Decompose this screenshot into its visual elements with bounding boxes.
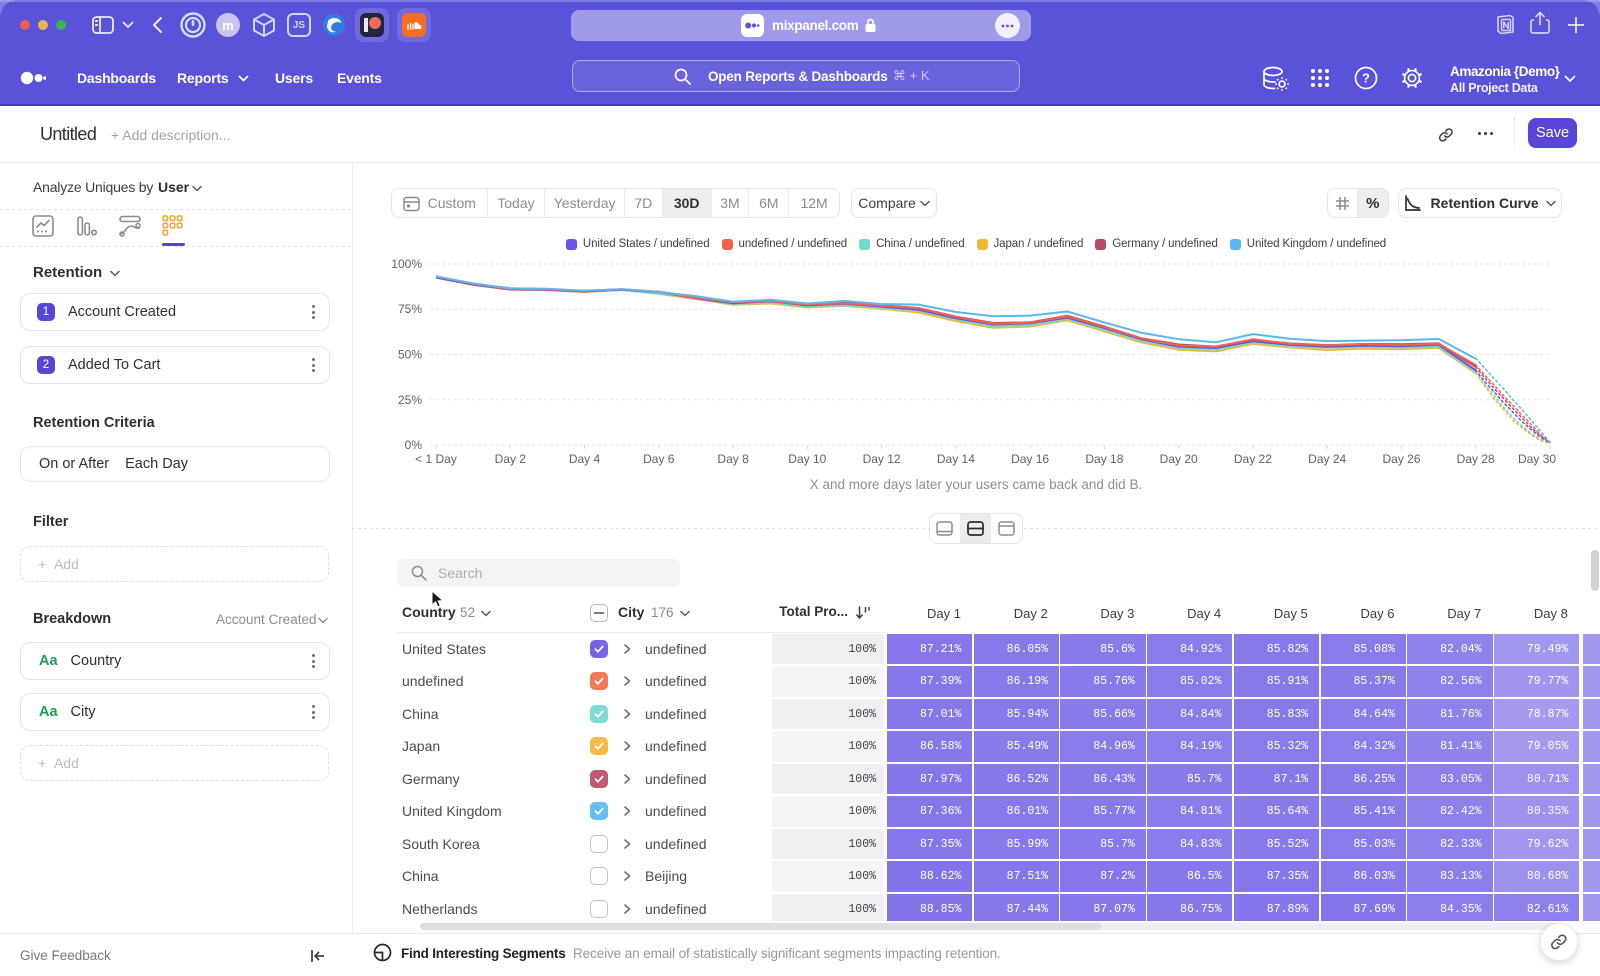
svg-text:25%: 25% [398, 393, 422, 407]
svg-text:Day 30: Day 30 [1518, 452, 1556, 466]
svg-text:Day 16: Day 16 [1011, 452, 1049, 466]
svg-text:Day 2: Day 2 [495, 452, 527, 466]
svg-text:Day 22: Day 22 [1234, 452, 1272, 466]
svg-text:Day 12: Day 12 [863, 452, 901, 466]
svg-text:Day 10: Day 10 [788, 452, 826, 466]
svg-text:Day 8: Day 8 [717, 452, 749, 466]
svg-text:Day 26: Day 26 [1382, 452, 1420, 466]
svg-text:Day 14: Day 14 [937, 452, 975, 466]
svg-text:Day 4: Day 4 [569, 452, 601, 466]
svg-text:Day 18: Day 18 [1085, 452, 1123, 466]
svg-text:75%: 75% [398, 302, 422, 316]
svg-text:Day 6: Day 6 [643, 452, 675, 466]
svg-text:100%: 100% [391, 257, 422, 271]
svg-text:Day 28: Day 28 [1457, 452, 1495, 466]
svg-text:Day 20: Day 20 [1160, 452, 1198, 466]
svg-text:< 1 Day: < 1 Day [415, 452, 457, 466]
svg-text:Day 24: Day 24 [1308, 452, 1346, 466]
svg-text:0%: 0% [405, 438, 423, 452]
svg-text:50%: 50% [398, 348, 422, 362]
